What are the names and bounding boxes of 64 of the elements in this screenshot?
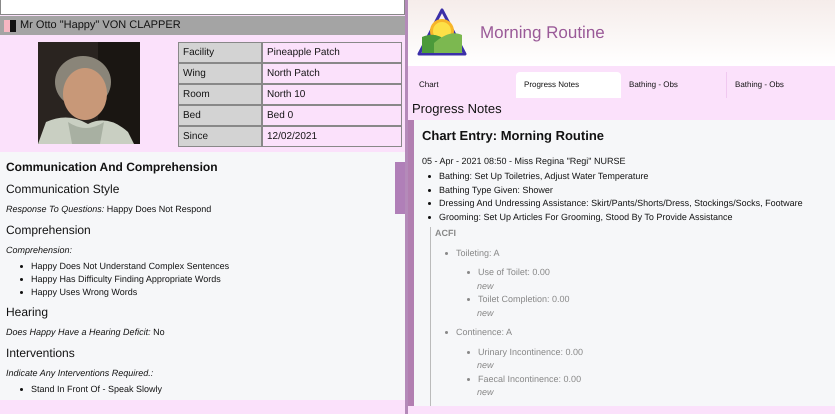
answer-item: Happy Uses Wrong Words xyxy=(31,286,138,299)
acfi-item: Faecal Incontinence: 0.00 xyxy=(478,372,582,386)
entry-title: Chart Entry: Morning Routine xyxy=(422,127,605,145)
answer-item: Happy Does Not Understand Complex Sentences xyxy=(31,260,230,273)
detail-value: 12/02/2021 xyxy=(262,126,402,147)
bullet-icon xyxy=(428,216,431,219)
question-answer: Response To Questions: Happy Does Not Respond xyxy=(6,203,212,216)
section-heading: Interventions xyxy=(6,344,76,362)
id-card-icon xyxy=(4,20,16,32)
bullet-icon xyxy=(20,291,23,294)
bullet-icon xyxy=(20,265,23,268)
tab[interactable]: Bathing - Obs xyxy=(726,72,832,98)
entry-item: Grooming: Set Up Articles For Grooming, Stood By To Provide Assistance xyxy=(439,210,732,224)
tab[interactable]: Chart xyxy=(411,72,516,98)
question-label: Comprehension: xyxy=(6,244,74,257)
acfi-item: Toilet Completion: 0.00 xyxy=(478,293,570,306)
acfi-group: Toileting: A xyxy=(456,246,500,260)
input-field[interactable] xyxy=(0,0,405,15)
acfi-title: ACFI xyxy=(435,227,457,240)
entry-item: Dressing And Undressing Assistance: Skirt/Pants/Shorts/Dress, Stockings/Socks, Footware xyxy=(439,197,803,210)
detail-value: Pineapple Patch xyxy=(262,42,402,63)
bullet-icon xyxy=(467,378,470,381)
acfi-item: Urinary Incontinence: 0.00 xyxy=(478,346,584,359)
app-title: Morning Routine xyxy=(480,22,605,44)
section-heading: Hearing xyxy=(6,304,50,321)
assessment-title: Communication And Comprehension xyxy=(6,159,219,176)
entry-item: Bathing Type Given: Shower xyxy=(439,184,553,197)
detail-label: Facility xyxy=(178,42,262,63)
tab[interactable]: Progress Notes xyxy=(516,72,621,98)
entry-meta: 05 - Apr - 2021 08:50 - Miss Regina "Regi" NURSE xyxy=(422,154,626,168)
detail-label: Wing xyxy=(178,63,262,84)
bullet-icon xyxy=(467,298,470,302)
bullet-icon xyxy=(20,388,23,391)
detail-label: Room xyxy=(178,84,262,105)
bullet-icon xyxy=(20,278,23,281)
scrollbar[interactable] xyxy=(395,152,405,400)
bullet-icon xyxy=(445,252,448,255)
section-heading: Communication Style xyxy=(6,181,120,198)
bullet-icon xyxy=(467,271,470,274)
detail-label: Since xyxy=(178,126,262,147)
bullet-icon xyxy=(428,188,431,192)
detail-value: North Patch xyxy=(262,63,402,84)
question-label: Indicate Any Interventions Required.: xyxy=(6,366,154,380)
answer-item: Happy Has Difficulty Finding Appropriate Words xyxy=(31,273,221,286)
question-answer: Does Happy Have a Hearing Deficit: No xyxy=(6,326,166,339)
resident-name: Mr Otto "Happy" VON CLAPPER xyxy=(20,18,181,34)
acfi-group: Continence: A xyxy=(456,326,512,340)
detail-value: North 10 xyxy=(262,84,402,105)
detail-value: Bed 0 xyxy=(262,105,402,126)
section-title: Progress Notes xyxy=(411,100,503,118)
acfi-item: Use of Toilet: 0.00 xyxy=(478,266,550,279)
answer-item: Stand In Front Of - Speak Slowly xyxy=(31,383,162,396)
acfi-note: new xyxy=(476,359,495,372)
tab[interactable]: Bathing - Obs xyxy=(621,72,726,98)
entry-item: Bathing: Set Up Toiletries, Adjust Water Temperature xyxy=(439,170,648,183)
acfi-note: new xyxy=(476,386,495,399)
acfi-note: new xyxy=(476,306,495,320)
section-heading: Comprehension xyxy=(6,222,92,238)
bullet-icon xyxy=(445,331,448,334)
bullet-icon xyxy=(428,175,431,178)
acfi-note: new xyxy=(476,280,495,292)
bullet-icon xyxy=(428,202,431,206)
detail-label: Bed xyxy=(178,105,262,126)
bullet-icon xyxy=(467,350,470,354)
